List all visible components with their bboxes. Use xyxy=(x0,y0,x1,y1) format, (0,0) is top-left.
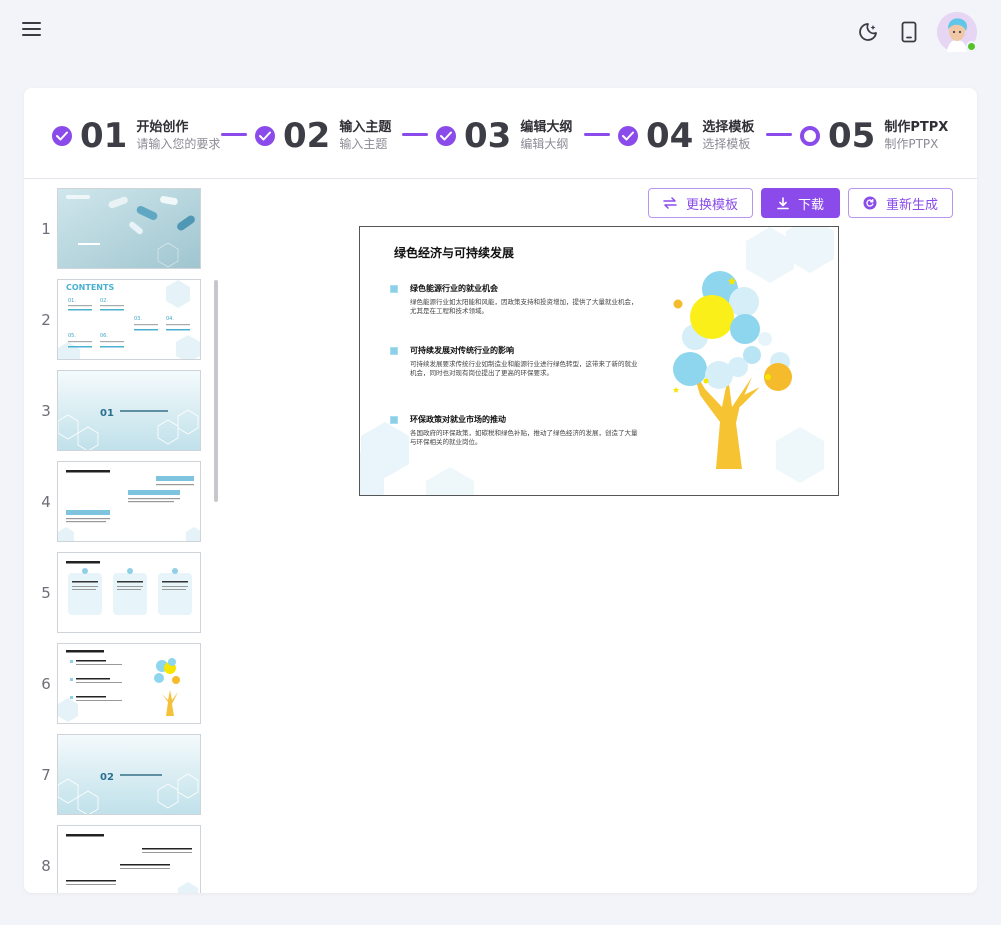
thumbnail-item[interactable]: 7 02 xyxy=(24,734,220,816)
square-bullet-icon xyxy=(390,416,398,424)
step-number: 01 xyxy=(80,116,128,156)
thumbnail-number: 5 xyxy=(41,584,51,602)
toc-number: 01. xyxy=(68,298,76,304)
hamburger-icon[interactable] xyxy=(22,22,44,40)
step-title: 输入主题 xyxy=(339,120,392,135)
step-subtitle: 编辑大纲 xyxy=(520,137,569,151)
toc-number: 02. xyxy=(100,298,108,304)
top-bar xyxy=(0,0,1001,64)
step-connector xyxy=(402,133,428,136)
slide-thumbnail-list: 1 2 CONTENTS 01. 02. 03. 04. 05. 06. 3 0… xyxy=(24,180,220,893)
thumbnail-number: 6 xyxy=(41,675,51,693)
step-subtitle: 请输入您的要求 xyxy=(136,137,221,151)
section-number: 01 xyxy=(100,408,114,419)
bullet-body: 各国政府的环保政策，如碳税和绿色补贴，推动了绿色经济的发展，创造了大量与环保相关… xyxy=(410,429,638,446)
step-5[interactable]: 05 制作PTPX 制作PTPX xyxy=(800,116,948,156)
mobile-icon[interactable] xyxy=(900,21,918,43)
bullet-title: 可持续发展对传统行业的影响 xyxy=(410,346,514,355)
step-title: 制作PTPX xyxy=(884,120,949,135)
user-avatar[interactable] xyxy=(937,12,977,52)
step-number: 02 xyxy=(283,116,331,156)
step-subtitle: 选择模板 xyxy=(702,137,751,151)
swap-icon xyxy=(663,197,677,209)
slide-thumbnail-3[interactable]: 01 xyxy=(57,370,201,451)
slide-thumbnail-1[interactable] xyxy=(57,188,201,269)
download-icon xyxy=(777,196,789,209)
bullet-title: 绿色能源行业的就业机会 xyxy=(410,284,498,293)
moon-star-icon[interactable] xyxy=(857,21,879,43)
step-connector xyxy=(766,133,792,136)
thumbnail-number: 7 xyxy=(41,766,51,784)
download-label: 下载 xyxy=(797,197,824,213)
toc-number: 06. xyxy=(100,333,108,339)
slide-preview: 绿色经济与可持续发展 绿色能源行业的就业机会 绿色能源行业如太阳能和风能，因政策… xyxy=(359,226,839,496)
thumbnail-item[interactable]: 1 xyxy=(24,188,220,270)
slide-bullet: 环保政策对就业市场的推动 各国政府的环保政策，如碳税和绿色补贴，推动了绿色经济的… xyxy=(390,414,640,447)
progress-stepper: 01 开始创作 请输入您的要求 02 输入主题 输入主题 03 编辑大纲 编辑大… xyxy=(24,88,977,179)
change-template-button[interactable]: 更换模板 xyxy=(648,188,753,218)
toc-number: 03. xyxy=(134,316,142,322)
tree-illustration xyxy=(673,271,792,469)
section-number: 02 xyxy=(100,772,114,783)
thumbnail-number: 4 xyxy=(41,493,51,511)
check-icon xyxy=(618,126,638,146)
step-2[interactable]: 02 输入主题 输入主题 xyxy=(255,116,391,156)
slide-thumbnail-4[interactable] xyxy=(57,461,201,542)
step-number: 03 xyxy=(464,116,512,156)
square-bullet-icon xyxy=(390,285,398,293)
slide-thumbnail-7[interactable]: 02 xyxy=(57,734,201,815)
bullet-title: 环保政策对就业市场的推动 xyxy=(410,415,506,424)
thumbnail-number: 1 xyxy=(41,220,51,238)
step-4[interactable]: 04 选择模板 选择模板 xyxy=(618,116,754,156)
regenerate-button[interactable]: 重新生成 xyxy=(848,188,953,218)
bullet-body: 可持续发展要求传统行业如制造业和能源行业进行绿色转型，这带来了新的就业机会，同时… xyxy=(410,360,638,377)
slide-thumbnail-8[interactable] xyxy=(57,825,201,893)
main-card: 01 开始创作 请输入您的要求 02 输入主题 输入主题 03 编辑大纲 编辑大… xyxy=(24,88,977,893)
thumbnail-number: 2 xyxy=(41,311,51,329)
check-icon xyxy=(52,126,72,146)
thumbnail-item[interactable]: 3 01 xyxy=(24,370,220,452)
download-button[interactable]: 下载 xyxy=(761,188,840,218)
slide-bullet: 可持续发展对传统行业的影响 可持续发展要求传统行业如制造业和能源行业进行绿色转型… xyxy=(390,345,640,378)
slide-thumbnail-6[interactable] xyxy=(57,643,201,724)
thumbnail-item[interactable]: 6 xyxy=(24,643,220,725)
thumbnail-item[interactable]: 5 xyxy=(24,552,220,634)
thumbnail-scrollbar[interactable] xyxy=(214,280,218,502)
step-connector xyxy=(221,133,247,136)
slide-title: 绿色经济与可持续发展 xyxy=(394,246,515,260)
toc-number: 04. xyxy=(166,316,174,322)
regenerate-label: 重新生成 xyxy=(885,197,938,213)
toc-number: 05. xyxy=(68,333,76,339)
step-number: 05 xyxy=(828,116,876,156)
step-subtitle: 制作PTPX xyxy=(884,137,939,151)
refresh-icon xyxy=(863,196,877,210)
change-template-label: 更换模板 xyxy=(685,197,738,213)
step-title: 编辑大纲 xyxy=(520,120,573,135)
step-3[interactable]: 03 编辑大纲 编辑大纲 xyxy=(436,116,572,156)
step-subtitle: 输入主题 xyxy=(339,137,388,151)
slide-thumbnail-5[interactable] xyxy=(57,552,201,633)
step-1[interactable]: 01 开始创作 请输入您的要求 xyxy=(52,116,220,156)
square-bullet-icon xyxy=(390,347,398,355)
step-title: 开始创作 xyxy=(136,120,189,135)
bullet-body: 绿色能源行业如太阳能和风能，因政策支持和投资增加，提供了大量就业机会，尤其是在工… xyxy=(410,298,638,315)
check-icon xyxy=(436,126,456,146)
step-number: 04 xyxy=(646,116,694,156)
thumbnail-number: 3 xyxy=(41,402,51,420)
check-icon xyxy=(255,126,275,146)
thumbnail-number: 8 xyxy=(41,857,51,875)
online-status-dot xyxy=(966,41,977,52)
slide-thumbnail-2[interactable]: CONTENTS 01. 02. 03. 04. 05. 06. xyxy=(57,279,201,360)
step-connector xyxy=(584,133,610,136)
slide-bullet: 绿色能源行业的就业机会 绿色能源行业如太阳能和风能，因政策支持和投资增加，提供了… xyxy=(390,283,640,316)
thumbnail-heading: CONTENTS xyxy=(66,283,114,292)
thumbnail-item[interactable]: 2 CONTENTS 01. 02. 03. 04. 05. 06. xyxy=(24,279,220,361)
current-step-icon xyxy=(800,126,820,146)
thumbnail-item[interactable]: 4 xyxy=(24,461,220,543)
thumbnail-item[interactable]: 8 xyxy=(24,825,220,893)
step-title: 选择模板 xyxy=(702,120,755,135)
